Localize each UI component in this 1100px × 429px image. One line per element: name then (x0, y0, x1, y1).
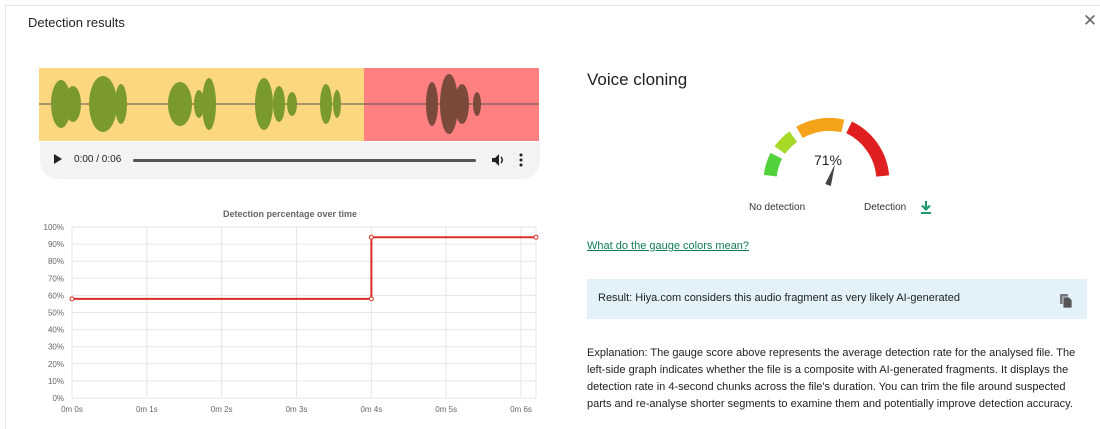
y-tick-label: 80% (48, 257, 64, 266)
data-point (69, 296, 75, 302)
y-tick-label: 10% (48, 377, 64, 386)
result-banner: Result: Hiya.com considers this audio fr… (587, 279, 1087, 319)
detector-title: Voice cloning (587, 70, 688, 89)
gauge-segment-orange (796, 117, 845, 139)
explanation-text: Explanation: The gauge score above repre… (587, 347, 1076, 410)
y-tick-label: 0% (52, 394, 64, 403)
playback-time: 0:00 / 0:06 (74, 154, 122, 165)
x-tick-label: 0m 0s (61, 405, 83, 414)
detection-gauge: 71% (763, 117, 890, 186)
detection-series-line (72, 236, 536, 300)
waveform-peak (115, 84, 127, 124)
download-icon[interactable] (919, 200, 933, 215)
gauge-segment-lime (774, 131, 798, 155)
waveform-peak (202, 78, 216, 130)
play-icon[interactable] (54, 154, 62, 164)
data-point (368, 296, 374, 302)
y-tick-label: 50% (48, 309, 64, 318)
no-detection-label: No detection (749, 202, 806, 213)
gauge-score: 71% (814, 152, 842, 168)
more-options-icon[interactable] (516, 152, 526, 168)
waveform-peak (455, 84, 469, 124)
data-point (368, 234, 374, 240)
waveform-peak (65, 86, 81, 122)
seek-bar[interactable] (133, 159, 476, 162)
waveform-peak (320, 84, 332, 124)
y-tick-label: 90% (48, 240, 64, 249)
detection-label: Detection (864, 202, 907, 213)
waveform-peak (273, 86, 285, 122)
audio-player: 0:00 / 0:06 (40, 142, 540, 179)
gauge-segment-red (846, 121, 890, 177)
waveform-peak (255, 78, 273, 130)
x-tick-label: 0m 4s (360, 405, 382, 414)
x-tick-label: 0m 3s (286, 405, 308, 414)
volume-icon[interactable] (491, 152, 505, 168)
dialog-title: Detection results (28, 15, 125, 30)
waveform-peak (473, 92, 481, 116)
copy-icon[interactable] (1059, 293, 1073, 309)
result-text: Result: Hiya.com considers this audio fr… (598, 292, 960, 304)
data-point (533, 234, 539, 240)
audio-waveform (39, 68, 539, 141)
gauge-colors-help-link[interactable]: What do the gauge colors mean? (587, 240, 749, 252)
waveform-peak (168, 82, 192, 126)
waveform-peak (89, 76, 117, 132)
x-tick-label: 0m 6s (510, 405, 532, 414)
detection-over-time-chart: Detection percentage over time 0% 10% 20% 3… (44, 209, 539, 414)
close-icon[interactable]: ✕ (1082, 12, 1098, 29)
y-tick-label: 100% (44, 223, 64, 232)
y-tick-label: 70% (48, 274, 64, 283)
x-tick-label: 0m 2s (211, 405, 233, 414)
waveform-peak (426, 82, 438, 126)
y-tick-label: 20% (48, 360, 64, 369)
waveform-peak (287, 92, 297, 116)
chart-title: Detection percentage over time (223, 209, 357, 219)
y-tick-label: 60% (48, 291, 64, 300)
x-tick-label: 0m 1s (136, 405, 158, 414)
x-tick-label: 0m 5s (435, 405, 457, 414)
gauge-segment-green (763, 152, 783, 177)
y-tick-label: 30% (48, 343, 64, 352)
y-tick-label: 40% (48, 326, 64, 335)
waveform-peak (333, 90, 341, 118)
